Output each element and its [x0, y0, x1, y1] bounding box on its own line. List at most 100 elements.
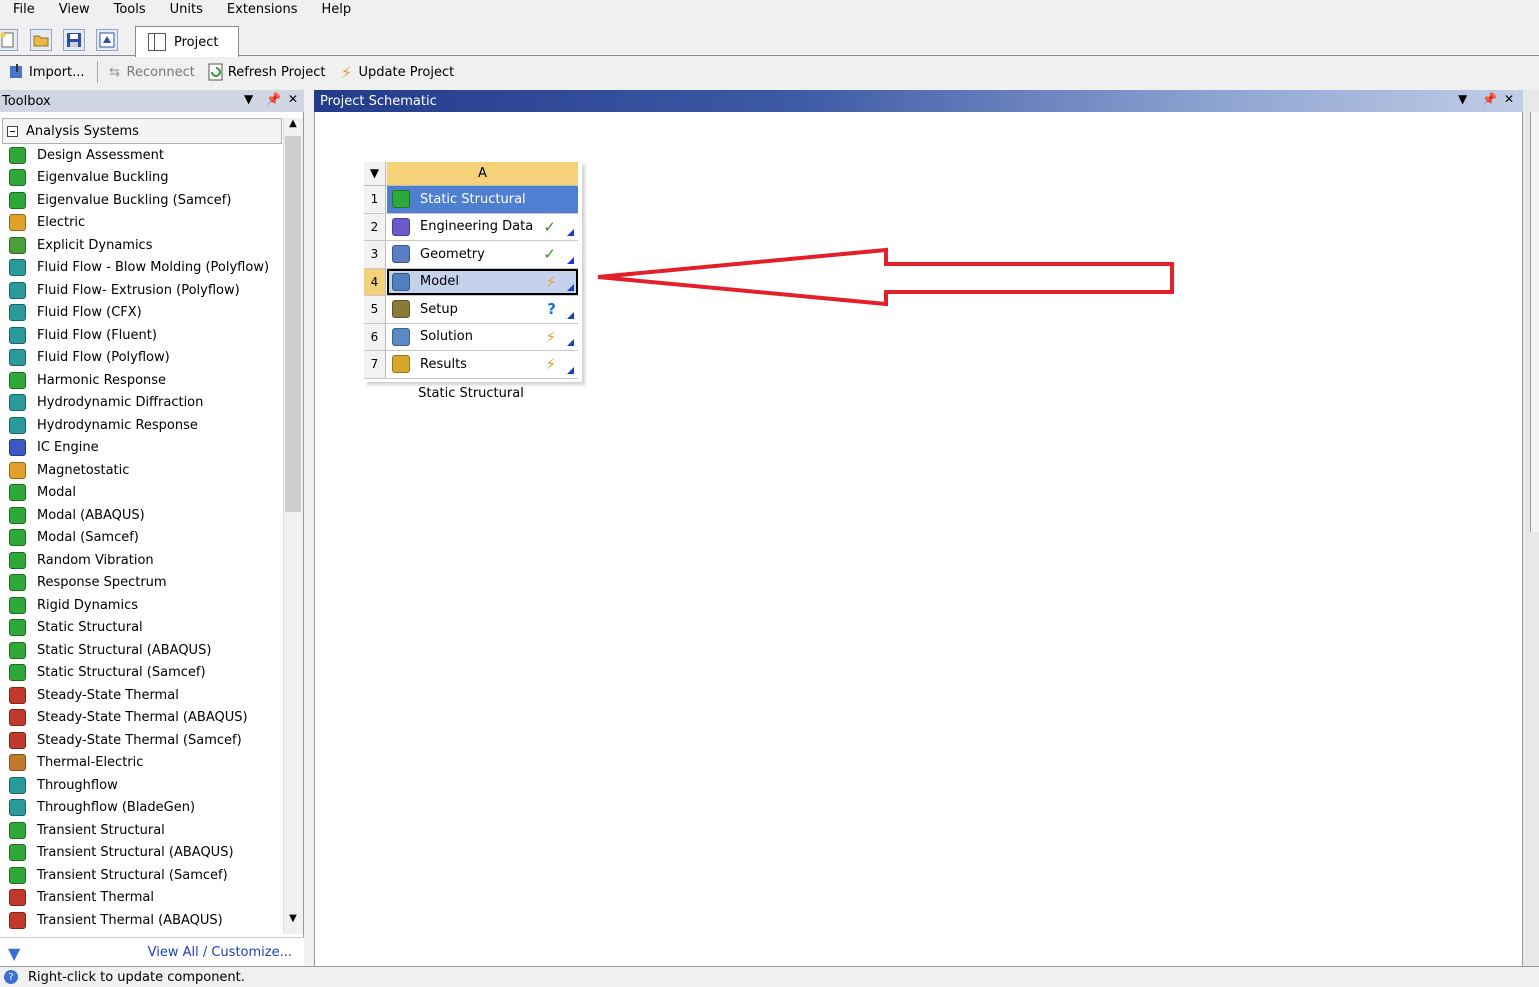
toolbox-item[interactable]: Fluid Flow (Polyflow) [0, 347, 283, 370]
system-caption[interactable]: Static Structural [364, 386, 578, 401]
menu-extensions[interactable]: Extensions [215, 1, 310, 19]
toolbox-item[interactable]: Static Structural (Samcef) [0, 662, 283, 685]
system-cell[interactable]: Static Structural [387, 186, 578, 213]
scrollbar-thumb[interactable] [285, 136, 301, 512]
toolbox-item[interactable]: Static Structural [0, 617, 283, 640]
toolbox-item[interactable]: Random Vibration [0, 549, 283, 572]
toolbox-item[interactable]: Response Spectrum [0, 572, 283, 595]
system-row[interactable]: 6 Solution ⚡ [364, 323, 578, 351]
toolbox-item-label: Modal [37, 485, 76, 501]
toolbox-item[interactable]: Eigenvalue Buckling (Samcef) [0, 189, 283, 212]
menu-units[interactable]: Units [158, 1, 215, 19]
system-row[interactable]: 2 Engineering Data ✓ [364, 213, 578, 241]
system-row[interactable]: 3 Geometry ✓ [364, 241, 578, 269]
system-row[interactable]: 7 Results ⚡ [364, 351, 578, 379]
save-icon[interactable] [63, 29, 85, 51]
row-number: 6 [364, 323, 386, 350]
toolbox-item-label: Explicit Dynamics [37, 237, 153, 253]
column-label: A [387, 162, 578, 185]
system-cell[interactable]: Results ⚡ [387, 351, 578, 378]
scroll-up-icon[interactable]: ▲ [283, 118, 303, 136]
toolbox-item[interactable]: Fluid Flow - Blow Molding (Polyflow) [0, 257, 283, 280]
system-row[interactable]: 1 Static Structural [364, 186, 578, 214]
analysis-systems-group[interactable]: Analysis Systems [2, 118, 282, 144]
pin-icon[interactable]: 📌 [1482, 92, 1497, 106]
toolbox-item[interactable]: Steady-State Thermal (Samcef) [0, 729, 283, 752]
toolbox-item-label: Hydrodynamic Response [37, 417, 198, 433]
menu-file[interactable]: File [0, 1, 47, 19]
toolbox-item[interactable]: Static Structural (ABAQUS) [0, 639, 283, 662]
toolbox-item[interactable]: IC Engine [0, 437, 283, 460]
tab-project[interactable]: Project [135, 26, 239, 57]
dropdown-icon[interactable]: ▼ [244, 92, 253, 106]
save-as-icon[interactable] [96, 29, 118, 51]
toolbox-item[interactable]: Thermal-Electric [0, 752, 283, 775]
close-icon[interactable]: ✕ [1504, 92, 1514, 106]
corner-marker-icon [567, 311, 574, 319]
toolbox-item[interactable]: Fluid Flow (Fluent) [0, 324, 283, 347]
toolbox-item[interactable]: Fluid Flow (CFX) [0, 302, 283, 325]
toolbox-item[interactable]: Transient Structural (ABAQUS) [0, 842, 283, 865]
dropdown-icon[interactable]: ▼ [1458, 92, 1467, 106]
component-icon [392, 217, 410, 236]
analysis-system-icon [9, 394, 26, 412]
system-cell[interactable]: Geometry ✓ [387, 241, 578, 268]
toolbox-item[interactable]: Steady-State Thermal (ABAQUS) [0, 707, 283, 730]
analysis-system-icon [9, 641, 26, 659]
toolbox-item[interactable]: Hydrodynamic Diffraction [0, 392, 283, 415]
reconnect-button[interactable]: ⇆ Reconnect [106, 61, 195, 83]
update-project-button[interactable]: ⚡ Update Project [338, 61, 454, 83]
toolbox-item[interactable]: Modal (ABAQUS) [0, 504, 283, 527]
analysis-system-icon [9, 484, 26, 502]
toolbox-item[interactable]: Modal (Samcef) [0, 527, 283, 550]
toolbox-item-label: Fluid Flow (Polyflow) [37, 350, 170, 366]
system-cell[interactable]: Engineering Data ✓ [387, 214, 578, 241]
refresh-project-button[interactable]: Refresh Project [207, 61, 326, 83]
analysis-system-icon [9, 551, 26, 569]
system-block-static-structural[interactable]: ▼ A 1 Static Structural 2 Engineering Data ✓… [364, 162, 582, 382]
system-row[interactable]: 4 Model ⚡ [364, 268, 578, 296]
toolbox-item[interactable]: Explicit Dynamics [0, 234, 283, 257]
system-cell[interactable]: Model ⚡ [387, 268, 578, 295]
analysis-system-icon [9, 574, 26, 592]
toolbox-item[interactable]: Hydrodynamic Response [0, 414, 283, 437]
system-menu-icon[interactable]: ▼ [364, 162, 386, 185]
status-icon: ⚡ [545, 355, 556, 373]
toolbox-item-label: Thermal-Electric [37, 755, 144, 771]
system-row[interactable]: 5 Setup? [364, 296, 578, 324]
system-cell[interactable]: Setup? [387, 296, 578, 323]
toolbox-item[interactable]: Rigid Dynamics [0, 594, 283, 617]
system-cell[interactable]: Solution ⚡ [387, 324, 578, 351]
component-label: Geometry [420, 246, 485, 262]
toolbox-item[interactable]: Throughflow (BladeGen) [0, 797, 283, 820]
menu-view[interactable]: View [47, 1, 102, 19]
toolbox-item-label: Transient Structural [37, 822, 165, 838]
toolbox-item[interactable]: Magnetostatic [0, 459, 283, 482]
collapse-icon[interactable] [7, 125, 18, 137]
toolbox-item[interactable]: Transient Thermal [0, 887, 283, 910]
reconnect-label: Reconnect [126, 64, 195, 80]
import-button[interactable]: Import... [8, 61, 85, 83]
toolbox-item[interactable]: Design Assessment [0, 144, 283, 167]
view-all-link[interactable]: View All / Customize... [148, 945, 292, 960]
toolbox-item[interactable]: Fluid Flow- Extrusion (Polyflow) [0, 279, 283, 302]
toolbox-item[interactable]: Transient Structural (Samcef) [0, 864, 283, 887]
right-panel-tab[interactable] [1530, 112, 1539, 532]
toolbox-item[interactable]: Modal [0, 482, 283, 505]
toolbox-item[interactable]: Transient Thermal (ABAQUS) [0, 909, 283, 932]
new-project-icon[interactable] [0, 29, 18, 51]
close-icon[interactable]: ✕ [288, 92, 298, 106]
filter-icon[interactable]: ▼ [8, 944, 20, 963]
toolbox-item[interactable]: Eigenvalue Buckling [0, 167, 283, 190]
open-folder-icon[interactable] [30, 29, 52, 51]
toolbox-item[interactable]: Steady-State Thermal [0, 684, 283, 707]
toolbox-item[interactable]: Throughflow [0, 774, 283, 797]
toolbox-item-label: Transient Thermal [37, 890, 154, 906]
menu-tools[interactable]: Tools [102, 1, 158, 19]
toolbox-item[interactable]: Electric [0, 212, 283, 235]
pin-icon[interactable]: 📌 [266, 92, 281, 106]
menu-help[interactable]: Help [310, 1, 364, 19]
toolbox-item[interactable]: Transient Structural [0, 819, 283, 842]
scroll-down-icon[interactable]: ▼ [283, 913, 303, 931]
toolbox-item[interactable]: Harmonic Response [0, 369, 283, 392]
